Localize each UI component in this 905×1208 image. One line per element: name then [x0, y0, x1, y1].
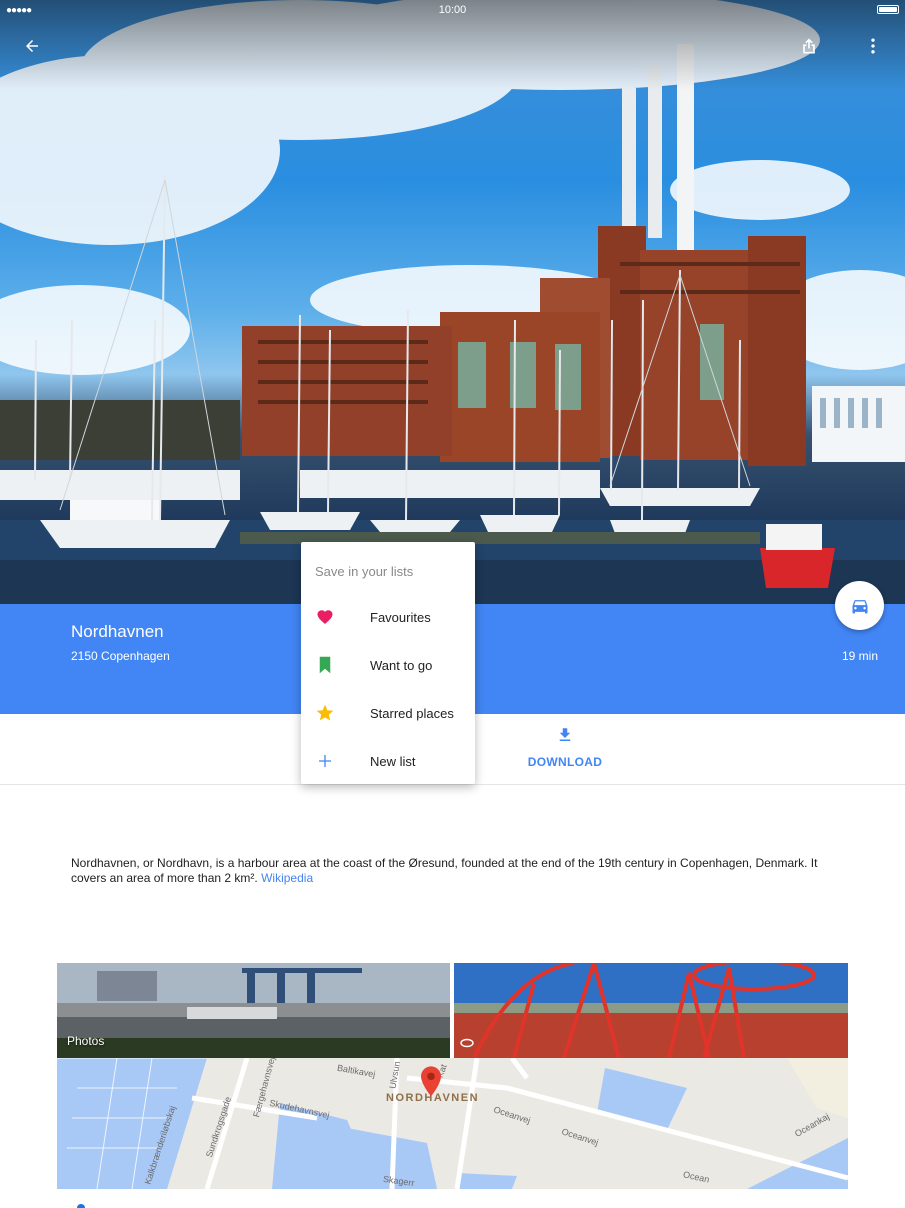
street-view-thumbnail-image [454, 963, 848, 1058]
menu-item-label: Starred places [370, 705, 454, 721]
status-time: 10:00 [438, 4, 467, 16]
heart-icon [317, 610, 333, 625]
photos-thumbnail[interactable]: Photos [57, 963, 450, 1058]
download-label: DOWNLOAD [527, 755, 603, 769]
bookmark-flag-icon [319, 656, 331, 674]
street-view-360-icon [460, 1038, 474, 1048]
directions-button[interactable] [835, 581, 884, 630]
status-bar: ●●●●● 10:00 [0, 0, 905, 20]
info-row-icon [77, 1204, 85, 1208]
more-options-button[interactable] [855, 28, 891, 64]
location-map[interactable]: Baltikavej Ulvsun Færgehavnsvej Skudehav… [57, 1058, 848, 1189]
share-button[interactable] [791, 28, 827, 64]
battery-icon [877, 5, 899, 14]
star-icon [316, 704, 334, 721]
more-vert-icon [871, 38, 875, 54]
car-icon [852, 599, 867, 613]
photos-label: Photos [67, 1034, 105, 1048]
save-to-lists-menu: Save in your lists Favourites Want to go… [301, 542, 475, 784]
place-hero-photo[interactable] [0, 0, 905, 604]
menu-title: Save in your lists [315, 564, 414, 579]
description-text: Nordhavnen, or Nordhavn, is a harbour ar… [71, 856, 818, 885]
place-description: Nordhavnen, or Nordhavn, is a harbour ar… [71, 856, 841, 886]
back-button[interactable] [14, 28, 50, 64]
plus-icon [319, 755, 331, 767]
menu-item-label: New list [370, 753, 416, 769]
menu-item-want-to-go[interactable]: Want to go [301, 641, 475, 689]
map-tiles [57, 1058, 848, 1189]
menu-item-favourites[interactable]: Favourites [301, 593, 475, 641]
photos-thumbnail-image [57, 963, 450, 1058]
place-title: Nordhavnen [71, 622, 164, 641]
menu-item-starred-places[interactable]: Starred places [301, 689, 475, 737]
map-pin-icon[interactable] [421, 1064, 441, 1102]
arrow-back-icon [26, 40, 38, 52]
wikipedia-link[interactable]: Wikipedia [261, 871, 313, 885]
download-icon [559, 728, 571, 741]
travel-time: 19 min [841, 649, 878, 663]
share-icon [803, 38, 815, 54]
menu-item-label: Want to go [370, 657, 433, 673]
menu-item-label: Favourites [370, 609, 431, 625]
download-button[interactable]: DOWNLOAD [520, 726, 610, 769]
street-view-thumbnail[interactable] [454, 963, 848, 1058]
harbour-photo-illustration [0, 0, 905, 604]
place-address: 2150 Copenhagen [71, 649, 170, 663]
menu-item-new-list[interactable]: New list [301, 737, 475, 785]
